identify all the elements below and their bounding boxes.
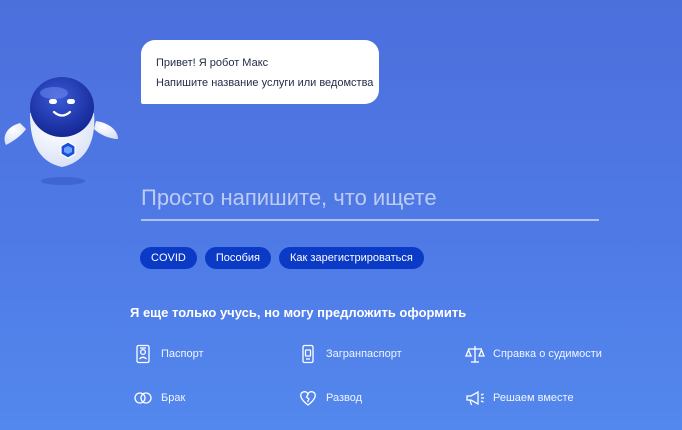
search-box (141, 176, 599, 222)
broken-heart-icon (296, 386, 320, 410)
service-label: Загранпаспорт (326, 348, 402, 360)
service-label: Решаем вместе (493, 392, 574, 404)
search-input[interactable] (141, 176, 599, 221)
tag-benefits[interactable]: Пособия (204, 247, 272, 269)
service-label: Развод (326, 392, 363, 404)
assistant-prompt: Напишите название услуги или ведомства (156, 77, 374, 89)
megaphone-icon (463, 386, 487, 410)
service-marriage[interactable]: Брак (131, 386, 185, 410)
service-label: Паспорт (161, 348, 204, 360)
service-divorce[interactable]: Развод (296, 386, 362, 410)
assistant-greeting: Привет! Я робот Макс (156, 57, 269, 69)
quick-tags: COVID Пособия Как зарегистрироваться (140, 247, 424, 269)
assistant-speech-bubble: Привет! Я робот Макс Напишите название у… (141, 40, 379, 104)
suggestions-title: Я еще только учусь, но могу предложить о… (130, 305, 467, 320)
service-passport[interactable]: Паспорт (131, 342, 204, 366)
rings-icon (131, 386, 155, 410)
service-label: Брак (161, 392, 186, 404)
scales-icon (463, 342, 487, 366)
tag-covid[interactable]: COVID (140, 247, 197, 269)
service-label: Справка о судимости (493, 348, 602, 360)
service-criminal-record[interactable]: Справка о судимости (463, 342, 602, 366)
passport-icon (131, 342, 155, 366)
service-solve-together[interactable]: Решаем вместе (463, 386, 574, 410)
foreign-passport-icon (296, 342, 320, 366)
tag-how-to-register[interactable]: Как зарегистрироваться (279, 247, 424, 269)
service-foreign-passport[interactable]: Загранпаспорт (296, 342, 402, 366)
robot-max-avatar (0, 75, 125, 195)
